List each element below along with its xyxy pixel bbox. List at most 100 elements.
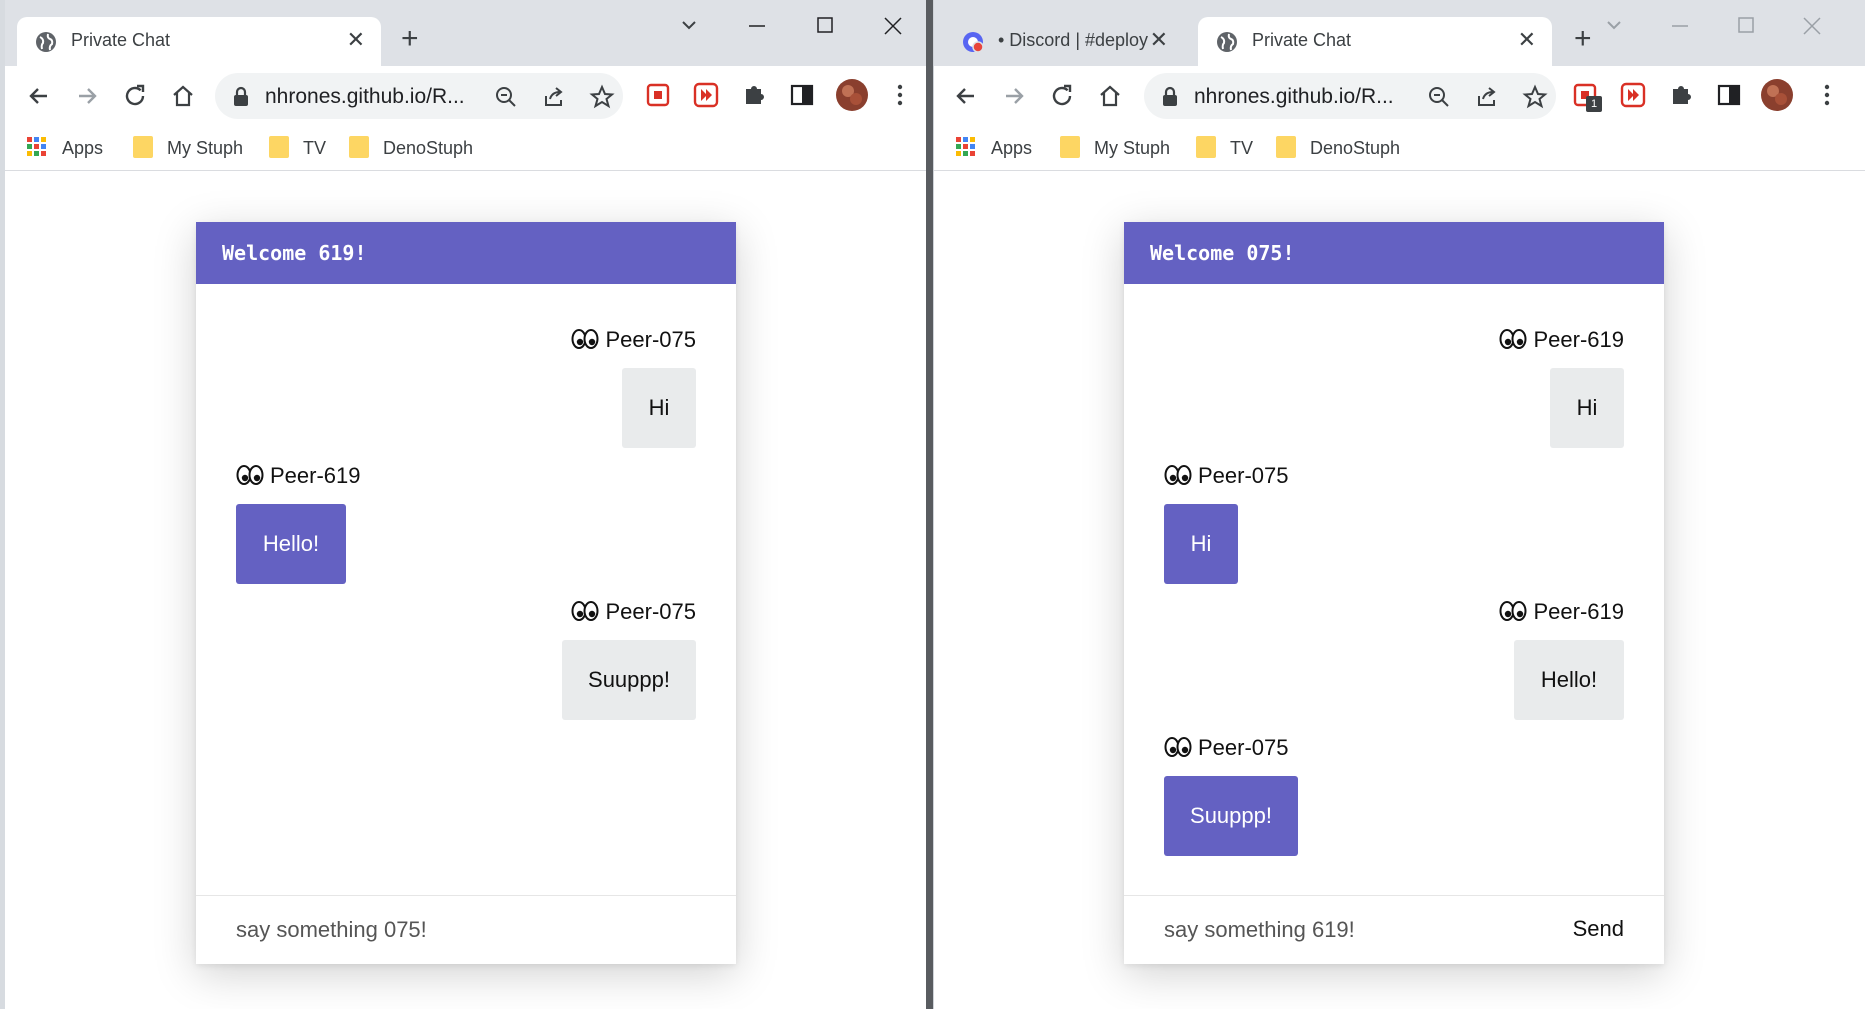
record-extension-icon[interactable] bbox=[643, 80, 673, 110]
tab-close-icon[interactable]: ✕ bbox=[347, 29, 365, 51]
bookmark-label: My Stuph bbox=[1094, 138, 1171, 158]
eyes-emoji-icon bbox=[236, 465, 264, 485]
bookmarks-bar: Apps My Stuph TV DenoStuph bbox=[5, 126, 926, 171]
message-input[interactable] bbox=[1164, 914, 1494, 946]
maximize-icon[interactable] bbox=[809, 12, 841, 40]
bookmark-denostuph[interactable]: DenoStuph bbox=[1276, 134, 1416, 160]
minimize-icon[interactable] bbox=[1664, 12, 1696, 40]
tab-title: • Discord | #deploy bbox=[998, 30, 1148, 50]
folder-icon bbox=[269, 136, 289, 158]
eyes-emoji-icon bbox=[571, 601, 599, 621]
message-bubble-received: Suuppp! bbox=[562, 640, 696, 720]
peer-name: Peer-619 bbox=[270, 463, 361, 488]
tab-strip: Private Chat ✕ + bbox=[5, 0, 926, 66]
message-input[interactable] bbox=[236, 914, 566, 946]
video-speed-extension-icon[interactable] bbox=[691, 80, 721, 110]
page-content: Welcome 619! Peer-075 Hi Peer-619 Hello! bbox=[5, 171, 926, 1009]
eyes-emoji-icon bbox=[1164, 737, 1192, 757]
send-button[interactable]: Send bbox=[1573, 916, 1624, 942]
peer-label: Peer-619 bbox=[1499, 599, 1624, 625]
tab-search-icon[interactable] bbox=[1598, 12, 1630, 40]
video-speed-extension-icon[interactable] bbox=[1618, 80, 1648, 110]
back-icon[interactable] bbox=[23, 80, 55, 112]
minimize-icon[interactable] bbox=[741, 12, 773, 40]
profile-avatar-icon[interactable] bbox=[1760, 78, 1794, 112]
extensions-puzzle-icon[interactable] bbox=[739, 80, 769, 110]
message-bubble-sent: Hi bbox=[1164, 504, 1238, 584]
peer-name: Peer-075 bbox=[605, 599, 696, 624]
window-divider bbox=[926, 0, 933, 1009]
lock-icon bbox=[234, 86, 248, 106]
close-window-icon[interactable] bbox=[1796, 12, 1828, 40]
lock-icon bbox=[1163, 86, 1177, 106]
peer-name: Peer-619 bbox=[1533, 599, 1624, 624]
eyes-emoji-icon bbox=[571, 329, 599, 349]
zoom-out-icon[interactable] bbox=[1426, 84, 1452, 110]
discord-icon bbox=[963, 32, 984, 53]
bookmark-tv[interactable]: TV bbox=[269, 134, 329, 160]
record-extension-icon[interactable]: 1 bbox=[1570, 80, 1602, 112]
address-bar[interactable]: nhrones.github.io/R... bbox=[215, 73, 623, 119]
bookmark-my-stuph[interactable]: My Stuph bbox=[1060, 134, 1180, 160]
peer-label: Peer-619 bbox=[236, 463, 361, 489]
folder-icon bbox=[133, 136, 153, 158]
bookmark-label: TV bbox=[1230, 138, 1254, 158]
bookmark-star-icon[interactable] bbox=[589, 84, 615, 110]
folder-icon bbox=[349, 136, 369, 158]
bookmark-label: TV bbox=[303, 138, 327, 158]
tab-private-chat[interactable]: Private Chat ✕ bbox=[17, 17, 381, 66]
peer-label: Peer-619 bbox=[1499, 327, 1624, 353]
toolbar: nhrones.github.io/R... 1 bbox=[934, 66, 1865, 126]
back-icon[interactable] bbox=[950, 80, 982, 112]
forward-icon[interactable] bbox=[71, 80, 103, 112]
bookmark-label: DenoStuph bbox=[383, 138, 474, 158]
menu-kebab-icon[interactable] bbox=[1812, 80, 1842, 110]
reload-icon[interactable] bbox=[119, 80, 151, 112]
bookmark-label: DenoStuph bbox=[1310, 138, 1401, 158]
home-icon[interactable] bbox=[167, 80, 199, 112]
bookmark-star-icon[interactable] bbox=[1522, 84, 1548, 110]
bookmark-apps[interactable]: Apps bbox=[27, 134, 117, 160]
bookmark-denostuph[interactable]: DenoStuph bbox=[349, 134, 489, 160]
bookmark-label: My Stuph bbox=[167, 138, 244, 158]
bookmark-tv[interactable]: TV bbox=[1196, 134, 1256, 160]
browser-window-right: • Discord | #deploy ✕ Private Chat ✕ + n… bbox=[933, 0, 1865, 1009]
folder-icon bbox=[1060, 136, 1080, 158]
folder-icon bbox=[1196, 136, 1216, 158]
menu-kebab-icon[interactable] bbox=[885, 80, 915, 110]
message-bubble-received: Hi bbox=[622, 368, 696, 448]
share-icon[interactable] bbox=[541, 84, 567, 110]
new-tab-button[interactable]: + bbox=[401, 24, 419, 54]
tab-discord[interactable]: • Discord | #deploy ✕ bbox=[944, 17, 1184, 66]
bookmark-apps[interactable]: Apps bbox=[956, 134, 1046, 160]
tab-close-icon[interactable]: ✕ bbox=[1150, 29, 1168, 51]
peer-label: Peer-075 bbox=[571, 327, 696, 353]
peer-name: Peer-619 bbox=[1533, 327, 1624, 352]
peer-name: Peer-075 bbox=[605, 327, 696, 352]
extensions-puzzle-icon[interactable] bbox=[1666, 80, 1696, 110]
reload-icon[interactable] bbox=[1046, 80, 1078, 112]
side-panel-icon[interactable] bbox=[787, 80, 817, 110]
home-icon[interactable] bbox=[1094, 80, 1126, 112]
side-panel-icon[interactable] bbox=[1714, 80, 1744, 110]
peer-label: Peer-075 bbox=[571, 599, 696, 625]
bookmark-label: Apps bbox=[991, 138, 1033, 158]
forward-icon[interactable] bbox=[998, 80, 1030, 112]
tab-close-icon[interactable]: ✕ bbox=[1518, 29, 1536, 51]
tab-title: Private Chat bbox=[71, 30, 171, 50]
profile-avatar-icon[interactable] bbox=[835, 78, 869, 112]
welcome-title: Welcome 075! bbox=[1150, 241, 1295, 265]
bookmark-my-stuph[interactable]: My Stuph bbox=[133, 134, 253, 160]
zoom-out-icon[interactable] bbox=[493, 84, 519, 110]
address-bar[interactable]: nhrones.github.io/R... bbox=[1144, 73, 1556, 119]
message-bubble-received: Hello! bbox=[1514, 640, 1624, 720]
message-composer bbox=[196, 895, 736, 964]
maximize-icon[interactable] bbox=[1730, 12, 1762, 40]
tab-private-chat[interactable]: Private Chat ✕ bbox=[1198, 17, 1552, 66]
globe-icon bbox=[1217, 32, 1237, 52]
close-window-icon[interactable] bbox=[877, 12, 909, 40]
tab-search-icon[interactable] bbox=[673, 12, 705, 40]
share-icon[interactable] bbox=[1474, 84, 1500, 110]
peer-name: Peer-075 bbox=[1198, 735, 1289, 760]
new-tab-button[interactable]: + bbox=[1574, 24, 1592, 54]
